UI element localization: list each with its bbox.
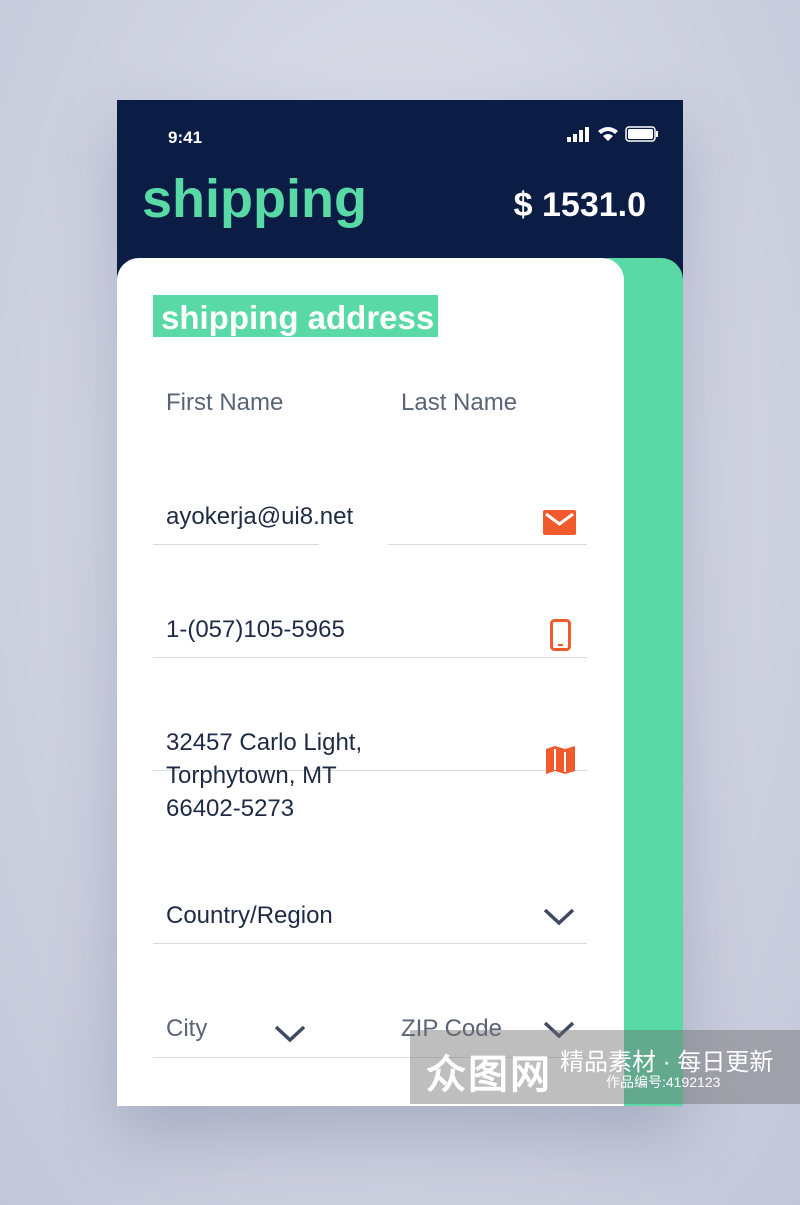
- last-name-field[interactable]: Last Name: [401, 386, 517, 419]
- email-field[interactable]: ayokerja@ui8.net: [166, 500, 353, 533]
- order-total: $ 1531.0: [513, 186, 646, 224]
- address-underline: [153, 943, 587, 944]
- address-line: 32457 Carlo Light,: [166, 729, 363, 756]
- chevron-down-icon[interactable]: [543, 908, 575, 926]
- address-line: 66402-5273: [166, 795, 295, 822]
- status-time: 9:41: [168, 128, 203, 147]
- page-title: shipping: [142, 169, 367, 229]
- status-icons: [567, 126, 659, 142]
- shipping-form-card: shipping address First Name Last Name ay…: [117, 258, 624, 1106]
- signal-icon: [567, 127, 589, 142]
- address-line: Torphytown, MT: [166, 762, 337, 789]
- country-region-select[interactable]: Country/Region: [166, 899, 333, 932]
- watermark-id: 作品编号:4192123: [606, 1074, 721, 1090]
- mobile-phone-icon: [550, 619, 571, 651]
- phone-field[interactable]: 1-(057)105-5965: [166, 613, 345, 646]
- phone-screen: 9:41 shipping $ 1531.0 shipping address …: [117, 100, 683, 1106]
- section-title: shipping address: [153, 295, 439, 337]
- mail-icon: [543, 510, 576, 535]
- watermark: 众图网 精品素材 · 每日更新 作品编号:4192123: [410, 1030, 800, 1104]
- battery-icon: [625, 126, 658, 142]
- last-name-underline: [388, 544, 587, 545]
- wifi-icon: [598, 127, 618, 141]
- watermark-logo: 众图网: [426, 1053, 552, 1097]
- first-name-field[interactable]: First Name: [166, 386, 283, 419]
- city-select[interactable]: City: [166, 1012, 207, 1045]
- email-underline: [153, 657, 587, 658]
- first-name-underline: [153, 544, 319, 545]
- map-icon: [546, 746, 575, 774]
- chevron-down-icon[interactable]: [274, 1025, 306, 1043]
- address-field[interactable]: 32457 Carlo Light, Torphytown, MT 66402-…: [166, 726, 362, 825]
